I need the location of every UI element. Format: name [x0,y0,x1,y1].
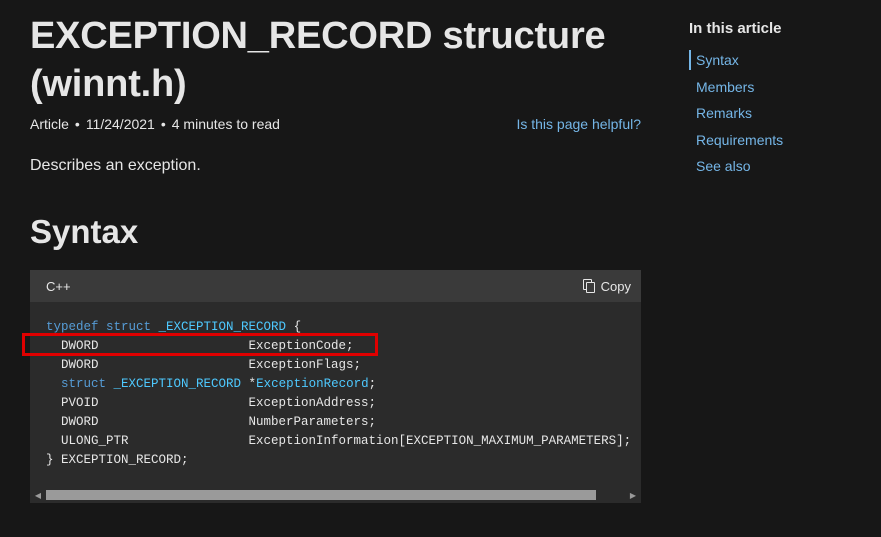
scrollbar-track[interactable] [46,490,625,500]
page-title: EXCEPTION_RECORD structure (winnt.h) [30,15,606,105]
separator-dot: • [160,116,166,132]
code-line: ULONG_PTR ExceptionInformation[EXCEPTION… [46,434,632,448]
scrollbar-thumb[interactable] [46,490,597,500]
code-header: C++ Copy [30,270,641,302]
toc-item-syntax[interactable]: Syntax [689,50,869,70]
code-line: DWORD NumberParameters; [46,415,377,429]
horizontal-scrollbar[interactable]: ◀ ▶ [30,487,641,503]
code-line: DWORD ExceptionFlags; [46,358,362,372]
copy-label: Copy [600,278,631,294]
syntax-heading: Syntax [30,213,139,250]
code-line: PVOID ExceptionAddress; [46,396,377,410]
scroll-right-icon[interactable]: ▶ [625,491,641,500]
code-content[interactable]: typedef struct _EXCEPTION_RECORD { DWORD… [30,302,641,486]
toc-item-remarks[interactable]: Remarks [689,103,869,130]
toc-item-see-also[interactable]: See also [689,156,869,183]
article-meta: Article • 11/24/2021 • 4 minutes to read Is … [30,116,642,132]
copy-button[interactable]: Copy [582,278,631,294]
toc: In this article Syntax Members Remarks R… [689,20,869,183]
meta-info: Article • 11/24/2021 • 4 minutes to read [30,116,280,132]
copy-icon [582,279,595,293]
toc-item-requirements[interactable]: Requirements [689,130,869,157]
toc-title: In this article [689,20,782,37]
code-line: struct _EXCEPTION_RECORD *ExceptionRecor… [46,377,377,391]
code-language: C++ [46,278,71,294]
code-line: DWORD ExceptionCode; [46,339,354,353]
helpful-link[interactable]: Is this page helpful? [516,116,641,132]
article-description: Describes an exception. [30,157,201,174]
code-block: C++ Copy typedef struct _EXCEPTION_RECOR… [30,270,641,503]
code-line: } EXCEPTION_RECORD; [46,453,189,467]
read-time: 4 minutes to read [171,116,280,132]
toc-item-members[interactable]: Members [689,77,869,104]
article-type: Article [30,116,69,132]
page: EXCEPTION_RECORD structure (winnt.h) Art… [0,0,881,537]
article-date: 11/24/2021 [85,116,155,132]
separator-dot: • [74,116,80,132]
code-line: typedef struct _EXCEPTION_RECORD { [46,320,302,334]
scroll-left-icon[interactable]: ◀ [30,491,46,500]
article-main: EXCEPTION_RECORD structure (winnt.h) Art… [30,0,642,503]
